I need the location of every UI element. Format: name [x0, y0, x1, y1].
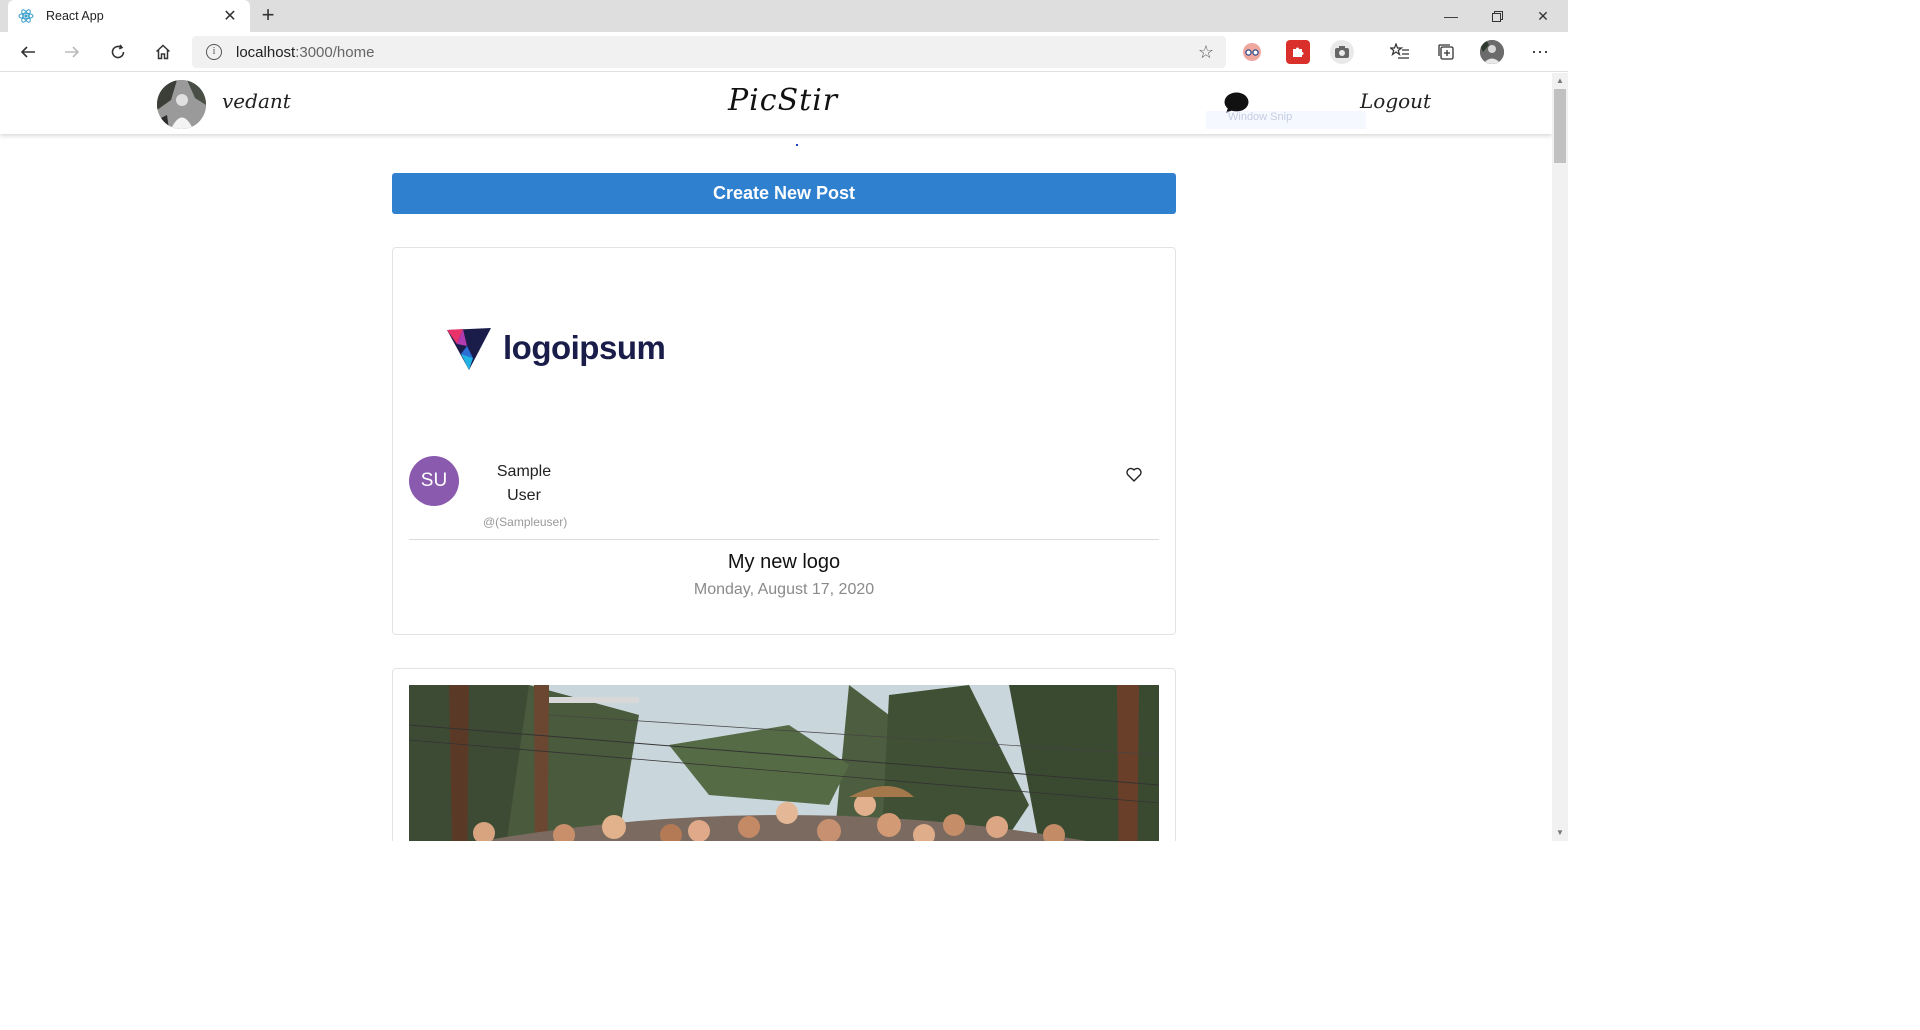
post-card: logoipsum SU Sample User @(Sampleuser) M… — [392, 247, 1176, 635]
forward-icon[interactable] — [58, 38, 86, 66]
create-new-post-button[interactable]: Create New Post — [392, 173, 1176, 214]
nav-username[interactable]: vedant — [222, 89, 291, 113]
author-avatar[interactable]: SU — [409, 456, 459, 506]
restore-button[interactable] — [1474, 0, 1520, 32]
home-icon[interactable] — [149, 38, 177, 66]
profile-avatar-icon[interactable] — [1480, 40, 1504, 64]
heart-icon[interactable] — [1126, 467, 1142, 487]
url-path: :3000/home — [295, 43, 375, 61]
tab-title: React App — [46, 9, 104, 23]
logoipsum-text: logoipsum — [503, 329, 666, 366]
url-host: localhost — [236, 43, 296, 61]
user-avatar[interactable] — [157, 80, 206, 129]
vertical-scrollbar[interactable]: ▲ ▼ — [1552, 73, 1568, 841]
close-window-button[interactable]: ✕ — [1520, 0, 1566, 32]
site-info-icon[interactable]: i — [206, 44, 222, 60]
logout-link[interactable]: Logout — [1360, 89, 1431, 113]
post-photo[interactable] — [409, 685, 1159, 841]
react-logo-icon — [18, 8, 34, 24]
post-divider — [409, 539, 1159, 540]
extension-glasses-icon[interactable] — [1240, 40, 1264, 64]
extension-puzzle-icon[interactable] — [1286, 40, 1310, 64]
new-tab-button[interactable]: + — [256, 4, 280, 28]
brand-logo[interactable]: PicStir — [728, 83, 838, 118]
browser-tab[interactable]: React App ✕ — [8, 0, 250, 32]
address-bar[interactable]: i localhost :3000/home ☆ — [192, 36, 1226, 68]
app-navbar: vedant PicStir Window Snip Logout — [0, 73, 1552, 134]
scroll-up-icon[interactable]: ▲ — [1552, 73, 1568, 89]
scroll-down-icon[interactable]: ▼ — [1552, 825, 1568, 841]
refresh-icon[interactable] — [104, 38, 132, 66]
tab-close-icon[interactable]: ✕ — [220, 6, 240, 26]
window-snip-overlay: Window Snip — [1206, 111, 1366, 129]
post-title: My new logo — [727, 551, 841, 573]
collections-icon[interactable] — [1434, 40, 1458, 64]
author-handle: @(Sampleuser) — [483, 515, 568, 529]
post-image[interactable]: logoipsum — [445, 324, 666, 372]
author-name[interactable]: Sample User — [489, 460, 559, 508]
camera-icon[interactable] — [1330, 40, 1354, 64]
loading-dot — [796, 144, 798, 146]
browser-tabstrip: React App ✕ + — ✕ — [0, 0, 1568, 32]
favorite-star-icon[interactable]: ☆ — [1198, 42, 1214, 63]
back-icon[interactable] — [14, 38, 42, 66]
page-viewport: vedant PicStir Window Snip Logout Create… — [0, 73, 1552, 841]
author-name-line2: User — [507, 487, 541, 504]
post-date: Monday, August 17, 2020 — [693, 581, 875, 598]
scrollbar-thumb[interactable] — [1554, 89, 1566, 163]
post-card — [392, 668, 1176, 841]
more-menu-icon[interactable]: ⋯ — [1526, 38, 1554, 66]
logoipsum-mark-icon — [447, 328, 491, 370]
author-name-line1: Sample — [496, 463, 552, 480]
browser-toolbar: i localhost :3000/home ☆ ⋯ — [0, 32, 1568, 72]
favorites-list-icon[interactable] — [1388, 40, 1412, 64]
minimize-button[interactable]: — — [1428, 0, 1474, 32]
